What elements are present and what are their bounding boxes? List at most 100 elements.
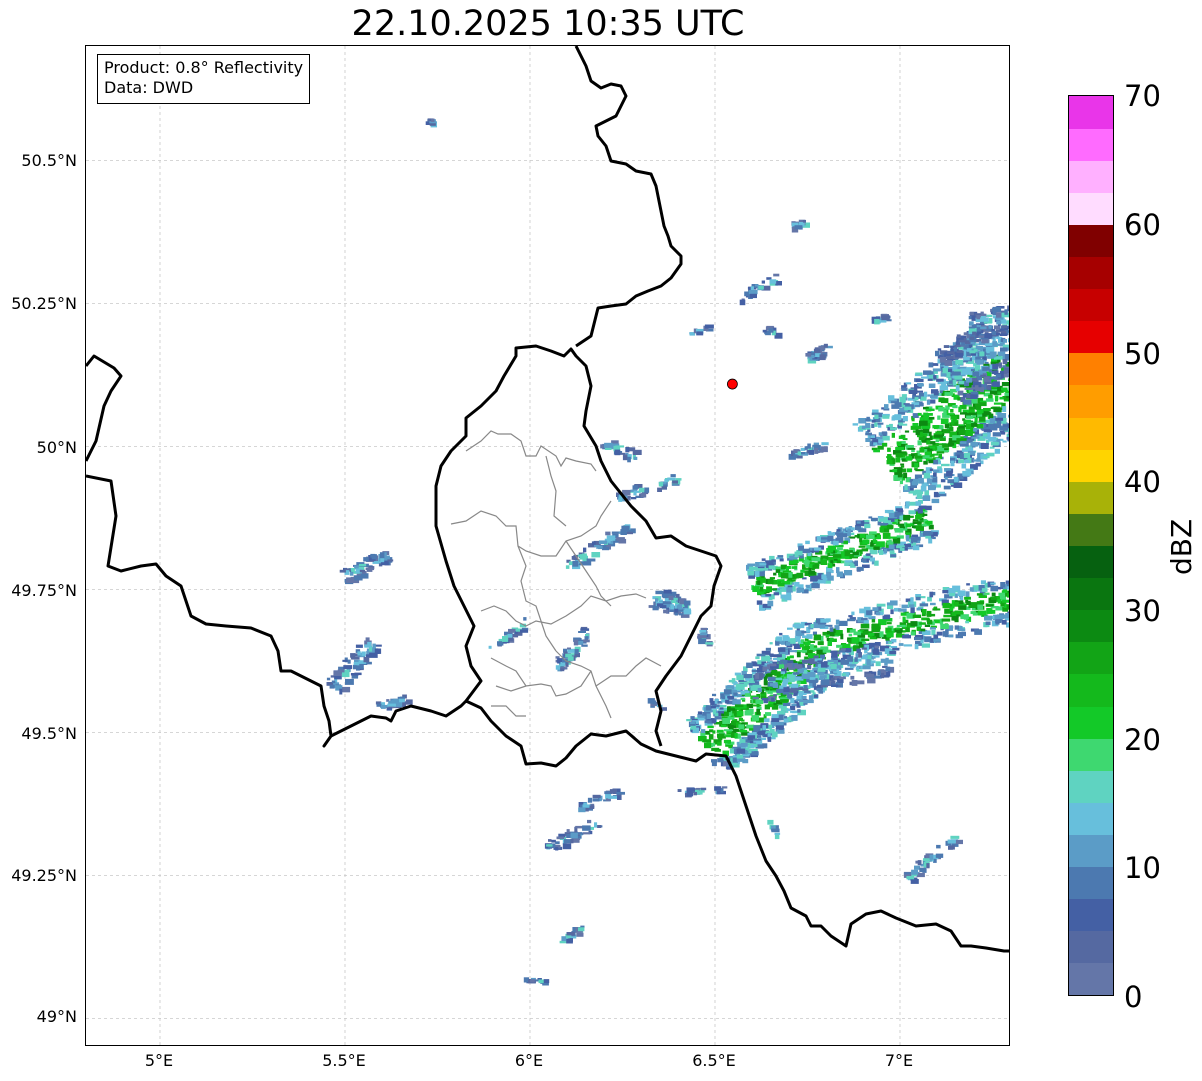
echo-cell bbox=[771, 828, 780, 833]
echo-cell bbox=[867, 677, 876, 684]
echo-cell bbox=[936, 844, 941, 849]
echo-cell bbox=[789, 655, 794, 659]
echo-cell bbox=[963, 459, 970, 463]
echo-cell bbox=[990, 585, 999, 592]
echo-cell bbox=[1008, 307, 1009, 313]
echo-cell bbox=[969, 321, 974, 325]
echo-cell bbox=[988, 324, 992, 329]
echo-cell bbox=[773, 273, 780, 277]
echo-cell bbox=[944, 468, 952, 471]
echo-cell bbox=[887, 454, 892, 460]
echo-cell bbox=[565, 565, 570, 569]
echo-cell bbox=[839, 676, 846, 680]
echo-cell bbox=[520, 629, 529, 633]
echo-cell bbox=[958, 605, 967, 610]
echo-cell bbox=[806, 550, 811, 553]
echo-cell bbox=[592, 794, 601, 798]
radar-map[interactable] bbox=[85, 45, 1010, 1046]
echo-cell bbox=[551, 839, 556, 843]
echo-cell bbox=[627, 456, 631, 463]
echo-cell bbox=[993, 402, 1003, 405]
echo-cell bbox=[896, 441, 901, 447]
echo-cell bbox=[869, 531, 877, 535]
echo-cell bbox=[677, 609, 684, 612]
echo-cell bbox=[734, 732, 738, 739]
echo-cell bbox=[724, 711, 729, 717]
echo-cell bbox=[974, 629, 982, 635]
echo-cell bbox=[736, 674, 745, 681]
echo-cell bbox=[925, 437, 933, 441]
echo-cell bbox=[1000, 431, 1006, 435]
echo-cell bbox=[631, 497, 637, 500]
echo-cell bbox=[914, 468, 918, 471]
echo-cell bbox=[668, 595, 674, 601]
echo-cell bbox=[986, 314, 993, 317]
echo-cell bbox=[968, 412, 977, 416]
echo-cell bbox=[997, 411, 1002, 416]
echo-cell bbox=[978, 595, 987, 598]
echo-cell bbox=[829, 627, 834, 632]
colorbar-segment bbox=[1069, 802, 1113, 835]
echo-cell bbox=[996, 332, 1001, 336]
echo-cell bbox=[508, 628, 516, 633]
echo-cell bbox=[895, 457, 901, 463]
echo-cell bbox=[835, 619, 840, 625]
echo-cell bbox=[898, 608, 907, 612]
echo-cell bbox=[813, 547, 822, 551]
echo-cell bbox=[877, 445, 884, 450]
echo-cell bbox=[784, 595, 792, 601]
echo-cell bbox=[839, 533, 848, 538]
echo-cell bbox=[776, 688, 784, 694]
echo-cell bbox=[832, 554, 842, 558]
echo-cell bbox=[990, 597, 997, 600]
colorbar-segment bbox=[1069, 962, 1113, 995]
echo-cell bbox=[943, 450, 950, 453]
echo-cell bbox=[862, 630, 869, 635]
echo-cell bbox=[914, 455, 923, 459]
echo-cell bbox=[805, 353, 812, 357]
echo-cell bbox=[778, 726, 784, 730]
echo-cell bbox=[979, 402, 987, 406]
echo-cell bbox=[1010, 431, 1011, 434]
echo-cell bbox=[957, 590, 966, 597]
lon-label-7: 7°E bbox=[884, 1051, 914, 1070]
radar-site-dot bbox=[726, 378, 738, 390]
echo-cell bbox=[983, 408, 991, 411]
echo-cell bbox=[870, 517, 878, 521]
echo-cell bbox=[862, 539, 870, 545]
echo-cell bbox=[915, 515, 922, 520]
echo-cell bbox=[886, 602, 896, 606]
echo-cell bbox=[399, 698, 405, 703]
echo-cell bbox=[926, 610, 932, 617]
echo-cell bbox=[638, 487, 645, 493]
echo-cell bbox=[740, 719, 745, 722]
echo-cell bbox=[979, 351, 985, 357]
echo-cell bbox=[881, 431, 887, 435]
echo-cell bbox=[993, 407, 1002, 413]
echo-cell bbox=[948, 845, 953, 850]
colorbar-segment bbox=[1069, 449, 1113, 482]
echo-cell bbox=[739, 729, 748, 733]
echo-cell bbox=[900, 612, 907, 616]
echo-cell bbox=[674, 608, 679, 613]
echo-cell bbox=[560, 662, 566, 666]
echo-cell bbox=[911, 869, 919, 875]
echo-cell bbox=[663, 589, 672, 594]
border-luxembourg bbox=[434, 344, 723, 747]
echo-cell bbox=[656, 603, 664, 607]
echo-cell bbox=[886, 460, 893, 465]
echo-cell bbox=[647, 698, 655, 704]
echo-cell bbox=[847, 528, 851, 535]
echo-cell bbox=[993, 325, 1000, 330]
echo-cell bbox=[990, 441, 999, 446]
echo-cell bbox=[633, 456, 638, 460]
echo-cell bbox=[755, 656, 760, 660]
echo-cell bbox=[761, 558, 766, 561]
echo-cell bbox=[886, 622, 892, 625]
echo-cell bbox=[773, 684, 779, 688]
echo-cell bbox=[600, 444, 604, 449]
echo-cell bbox=[975, 406, 982, 410]
echo-cell bbox=[924, 451, 931, 456]
echo-cell bbox=[904, 406, 912, 411]
echo-cell bbox=[955, 359, 963, 365]
